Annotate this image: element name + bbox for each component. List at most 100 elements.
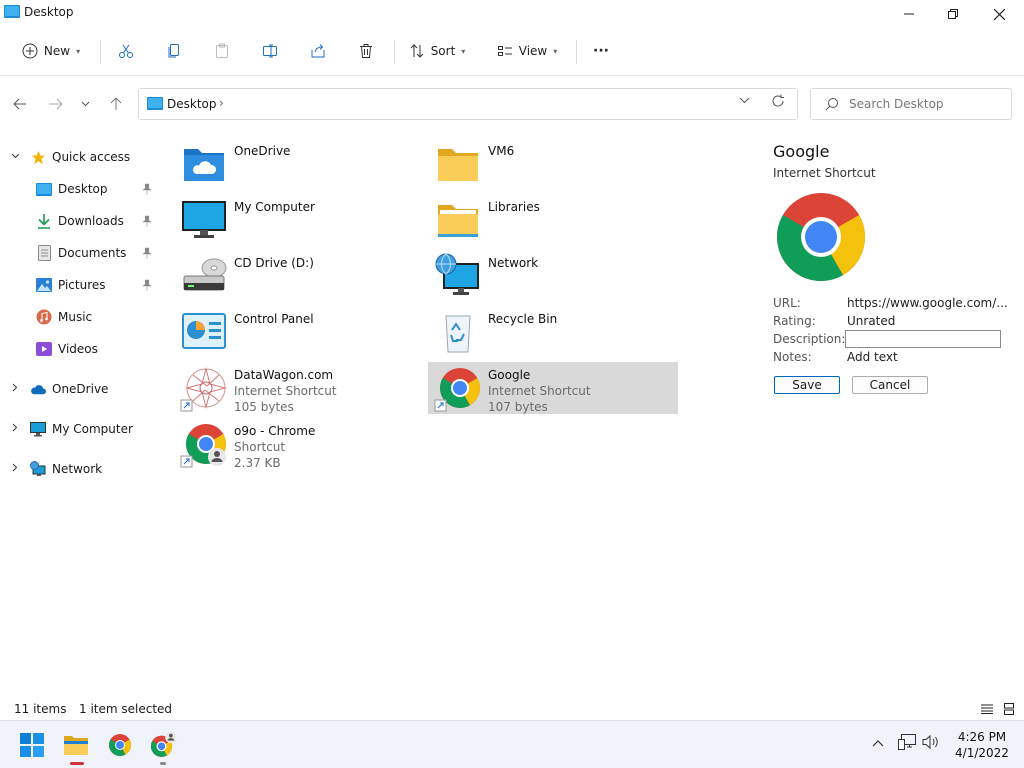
chevron-right-icon[interactable]: [8, 463, 22, 475]
copy-button[interactable]: [160, 36, 188, 66]
onedrive-folder-icon: [184, 149, 224, 181]
control-panel-icon: [182, 313, 226, 349]
list-item[interactable]: Network: [428, 250, 678, 302]
list-item[interactable]: OneDrive: [174, 138, 424, 190]
chevron-right-icon[interactable]: [8, 383, 22, 395]
pin-icon[interactable]: [142, 279, 152, 291]
notes-value[interactable]: Add text: [847, 350, 898, 364]
list-item[interactable]: Libraries: [428, 194, 678, 246]
close-icon: [993, 8, 1005, 20]
description-input[interactable]: [845, 330, 1001, 348]
property-label: Notes:: [773, 350, 812, 364]
nav-label: Network: [52, 462, 103, 476]
paste-button[interactable]: [208, 36, 236, 66]
item-name: Control Panel: [234, 312, 314, 326]
see-more-button[interactable]: ···: [586, 36, 616, 66]
close-button[interactable]: [976, 0, 1022, 28]
start-button[interactable]: [16, 729, 48, 761]
nav-label: OneDrive: [52, 382, 109, 396]
restore-icon: [948, 9, 958, 19]
list-item[interactable]: Google Internet Shortcut 107 bytes: [428, 362, 678, 414]
share-icon: [311, 44, 325, 58]
forward-button[interactable]: [44, 92, 68, 116]
nav-music[interactable]: Music: [36, 305, 92, 329]
rename-button[interactable]: [256, 36, 284, 66]
view-button[interactable]: View ▾: [492, 36, 562, 66]
pin-icon[interactable]: [142, 183, 152, 195]
network-status-button[interactable]: [898, 734, 916, 754]
trash-icon: [360, 44, 372, 58]
new-button[interactable]: New ▾: [14, 36, 88, 66]
desktop-icon: [36, 181, 52, 197]
list-item[interactable]: o9o - Chrome Shortcut 2.37 KB: [174, 418, 424, 470]
up-button[interactable]: [104, 92, 128, 116]
search-box[interactable]: [810, 88, 1012, 120]
chevron-right-icon[interactable]: [8, 423, 22, 435]
search-input[interactable]: [849, 95, 1005, 113]
clock[interactable]: 4:26 PM 4/1/2022: [950, 729, 1014, 761]
taskbar-chrome[interactable]: [104, 729, 136, 761]
list-item[interactable]: Control Panel: [174, 306, 424, 358]
chrome-icon: [777, 193, 865, 281]
sort-button[interactable]: Sort ▾: [404, 36, 470, 66]
item-type: Internet Shortcut: [234, 384, 337, 398]
minimize-button[interactable]: [886, 0, 932, 28]
nav-my-computer[interactable]: My Computer: [8, 417, 133, 441]
share-button[interactable]: [304, 36, 332, 66]
minimize-icon: [904, 13, 914, 15]
rating-value[interactable]: Unrated: [847, 314, 895, 328]
volume-button[interactable]: [922, 734, 940, 754]
taskbar-file-explorer[interactable]: [60, 729, 92, 761]
nav-network[interactable]: Network: [8, 457, 102, 481]
nav-desktop[interactable]: Desktop: [36, 177, 166, 201]
selection-count: 1 item selected: [79, 702, 173, 716]
back-button[interactable]: [8, 92, 32, 116]
list-item[interactable]: My Computer: [174, 194, 424, 246]
item-count: 11 items: [14, 702, 67, 716]
refresh-button[interactable]: [771, 94, 785, 112]
save-button[interactable]: Save: [774, 376, 840, 394]
list-item[interactable]: Recycle Bin: [428, 306, 678, 358]
window-title: Desktop: [24, 5, 74, 19]
item-name: DataWagon.com: [234, 368, 334, 382]
pin-icon[interactable]: [142, 247, 152, 259]
cut-button[interactable]: [112, 36, 140, 66]
item-name: My Computer: [234, 200, 315, 214]
nav-documents[interactable]: Documents: [36, 241, 166, 265]
item-type: Shortcut: [234, 440, 286, 454]
taskbar-chrome-profile[interactable]: [148, 729, 180, 761]
list-item[interactable]: DataWagon.com Internet Shortcut 105 byte…: [174, 362, 424, 414]
pin-icon[interactable]: [142, 215, 152, 227]
details-view-icon: [981, 704, 993, 714]
new-label: New: [43, 44, 71, 58]
active-window-indicator: [70, 762, 84, 765]
chevron-down-icon: ▾: [553, 46, 558, 56]
address-history-dropdown[interactable]: [739, 96, 750, 107]
toolbar-separator: [576, 40, 577, 64]
maximize-button[interactable]: [930, 0, 976, 28]
nav-onedrive[interactable]: OneDrive: [8, 377, 108, 401]
delete-button[interactable]: [352, 36, 380, 66]
sort-label: Sort: [430, 44, 456, 58]
nav-quick-access[interactable]: Quick access: [8, 145, 130, 169]
tiles-view-button[interactable]: [1000, 700, 1018, 718]
breadcrumb-separator[interactable]: ›: [219, 96, 224, 110]
breadcrumb-desktop[interactable]: Desktop: [167, 97, 217, 111]
item-name: VM6: [488, 144, 515, 158]
list-item[interactable]: CD Drive (D:): [174, 250, 424, 302]
nav-downloads[interactable]: Downloads: [36, 209, 166, 233]
cancel-button[interactable]: Cancel: [852, 376, 928, 394]
status-bar: 11 items 1 item selected: [0, 698, 1024, 720]
address-bar[interactable]: Desktop ›: [138, 88, 798, 120]
datawagon-shortcut-icon: [180, 367, 227, 412]
scissors-icon: [119, 44, 133, 58]
nav-pictures[interactable]: Pictures: [36, 273, 166, 297]
chevron-down-icon[interactable]: [8, 152, 22, 162]
nav-videos[interactable]: Videos: [36, 337, 98, 361]
star-icon: [30, 149, 46, 165]
details-view-button[interactable]: [978, 700, 996, 718]
windows-logo-icon: [20, 733, 44, 757]
list-item[interactable]: VM6: [428, 138, 678, 190]
show-hidden-icons-button[interactable]: [872, 735, 884, 751]
recent-locations-button[interactable]: [76, 92, 94, 116]
